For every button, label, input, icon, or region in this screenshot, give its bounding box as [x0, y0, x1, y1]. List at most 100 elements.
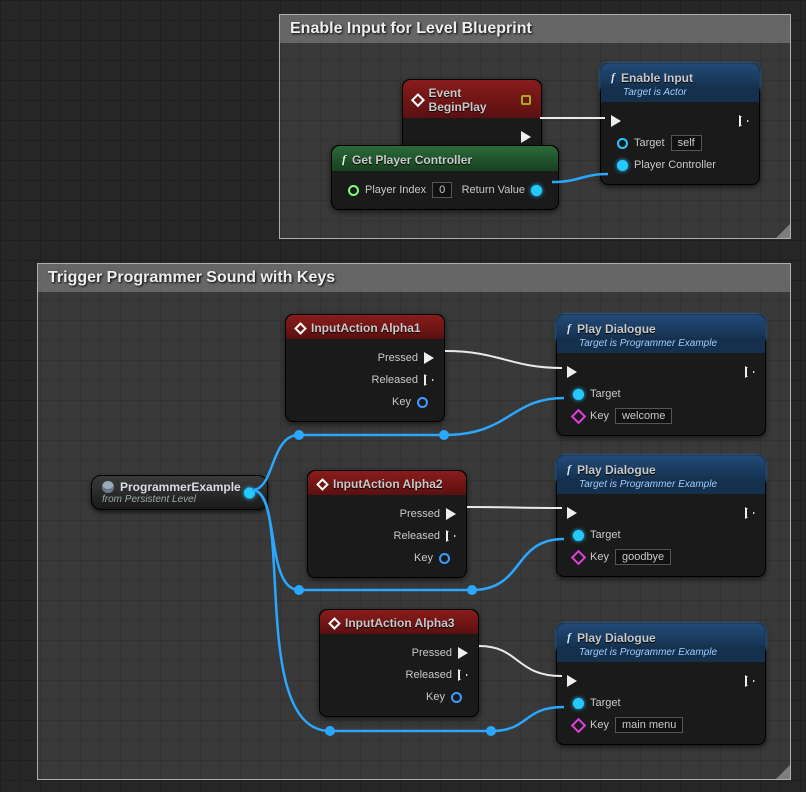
node-title: Get Player Controller: [352, 153, 472, 167]
node-get-player-controller[interactable]: f Get Player Controller Player Index 0 R…: [331, 145, 559, 210]
return-value-pin[interactable]: [531, 185, 542, 196]
player-controller-label: Player Controller: [634, 159, 716, 171]
released-label: Released: [394, 530, 440, 542]
key-pin[interactable]: [571, 549, 587, 565]
key-label: Key: [590, 551, 609, 563]
node-subtitle: Target is Programmer Example: [557, 647, 765, 662]
node-enable-input[interactable]: f Enable Input Target is Actor Target se…: [600, 63, 760, 185]
node-title: InputAction Alpha2: [333, 477, 443, 491]
exec-in-pin[interactable]: [567, 675, 577, 687]
released-exec-pin[interactable]: [446, 530, 456, 542]
target-label: Target: [590, 697, 621, 709]
node-header: f Play Dialogue: [557, 315, 765, 340]
node-play-dialogue-1[interactable]: f Play Dialogue Target is Programmer Exam…: [556, 314, 766, 436]
key-label: Key: [414, 552, 433, 564]
pressed-label: Pressed: [378, 352, 418, 364]
exec-out-pin[interactable]: [745, 507, 755, 519]
event-diamond-icon: [328, 617, 341, 630]
exec-out-pin[interactable]: [745, 675, 755, 687]
key-pin[interactable]: [439, 553, 450, 564]
pressed-label: Pressed: [400, 508, 440, 520]
pressed-exec-pin[interactable]: [424, 352, 434, 364]
variable-programmer-example[interactable]: ProgrammerExample from Persistent Level: [91, 475, 268, 510]
node-header: f Get Player Controller: [332, 146, 558, 171]
pressed-exec-pin[interactable]: [458, 647, 468, 659]
key-pin[interactable]: [451, 692, 462, 703]
key-pin[interactable]: [571, 408, 587, 424]
exec-out-pin[interactable]: [521, 131, 531, 143]
node-header: fPlay Dialogue: [557, 456, 765, 481]
player-index-label: Player Index: [365, 184, 426, 196]
key-value[interactable]: welcome: [615, 408, 672, 424]
pressed-label: Pressed: [412, 647, 452, 659]
function-icon: f: [567, 630, 571, 645]
exec-in-pin[interactable]: [611, 115, 621, 127]
node-play-dialogue-3[interactable]: f Play Dialogue Target is Programmer Exam…: [556, 623, 766, 745]
node-play-dialogue-2[interactable]: fPlay Dialogue Target is Programmer Exam…: [556, 455, 766, 577]
target-pin[interactable]: [573, 698, 584, 709]
node-title: Play Dialogue: [577, 631, 656, 645]
key-label: Key: [590, 719, 609, 731]
key-label: Key: [392, 396, 411, 408]
node-header: f Enable Input: [601, 64, 759, 89]
comment-title: Trigger Programmer Sound with Keys: [38, 264, 790, 292]
variable-source: from Persistent Level: [102, 494, 241, 505]
target-label: Target: [590, 388, 621, 400]
function-icon: f: [342, 152, 346, 167]
key-pin[interactable]: [571, 717, 587, 733]
player-index-pin[interactable]: [348, 185, 359, 196]
return-value-label: Return Value: [462, 184, 525, 196]
released-label: Released: [406, 669, 452, 681]
key-label: Key: [590, 410, 609, 422]
target-label: Target: [634, 137, 665, 149]
node-inputaction-alpha1[interactable]: InputAction Alpha1 Pressed Released Key: [285, 314, 445, 422]
resize-handle[interactable]: [772, 220, 790, 238]
node-title: Event BeginPlay: [429, 86, 516, 114]
released-label: Released: [372, 374, 418, 386]
function-icon: f: [567, 321, 571, 336]
target-label: Target: [590, 529, 621, 541]
node-header: Event BeginPlay: [403, 80, 541, 118]
event-diamond-icon: [316, 478, 329, 491]
node-header: f Play Dialogue: [557, 624, 765, 649]
released-exec-pin[interactable]: [458, 669, 468, 681]
key-value[interactable]: goodbye: [615, 549, 671, 565]
function-icon: f: [611, 70, 615, 85]
target-pin[interactable]: [573, 389, 584, 400]
player-controller-pin[interactable]: [617, 160, 628, 171]
node-title: Play Dialogue: [577, 463, 656, 477]
node-subtitle: Target is Programmer Example: [557, 479, 765, 494]
node-title: Enable Input: [621, 71, 693, 85]
event-diamond-icon: [294, 322, 307, 335]
node-inputaction-alpha3[interactable]: InputAction Alpha3 Pressed Released Key: [319, 609, 479, 717]
exec-out-pin[interactable]: [745, 366, 755, 378]
key-pin[interactable]: [417, 397, 428, 408]
comment-title: Enable Input for Level Blueprint: [280, 15, 790, 43]
node-title: InputAction Alpha3: [345, 616, 455, 630]
event-diamond-icon: [411, 93, 425, 107]
node-title: Play Dialogue: [577, 322, 656, 336]
variable-name: ProgrammerExample: [120, 480, 241, 494]
latent-icon: [521, 95, 531, 105]
resize-handle[interactable]: [772, 761, 790, 779]
node-title: InputAction Alpha1: [311, 321, 421, 335]
target-value[interactable]: self: [671, 135, 702, 151]
node-subtitle: Target is Actor: [601, 87, 759, 102]
released-exec-pin[interactable]: [424, 374, 434, 386]
exec-in-pin[interactable]: [567, 507, 577, 519]
node-header: InputAction Alpha2: [308, 471, 466, 495]
target-pin[interactable]: [573, 530, 584, 541]
key-label: Key: [426, 691, 445, 703]
node-header: InputAction Alpha3: [320, 610, 478, 634]
exec-in-pin[interactable]: [567, 366, 577, 378]
actor-icon: [102, 481, 114, 493]
key-value[interactable]: main menu: [615, 717, 683, 733]
player-index-value[interactable]: 0: [432, 182, 452, 198]
pressed-exec-pin[interactable]: [446, 508, 456, 520]
node-header: InputAction Alpha1: [286, 315, 444, 339]
node-inputaction-alpha2[interactable]: InputAction Alpha2 Pressed Released Key: [307, 470, 467, 578]
node-subtitle: Target is Programmer Example: [557, 338, 765, 353]
exec-out-pin[interactable]: [739, 115, 749, 127]
variable-out-pin[interactable]: [244, 487, 255, 498]
target-pin[interactable]: [617, 138, 628, 149]
